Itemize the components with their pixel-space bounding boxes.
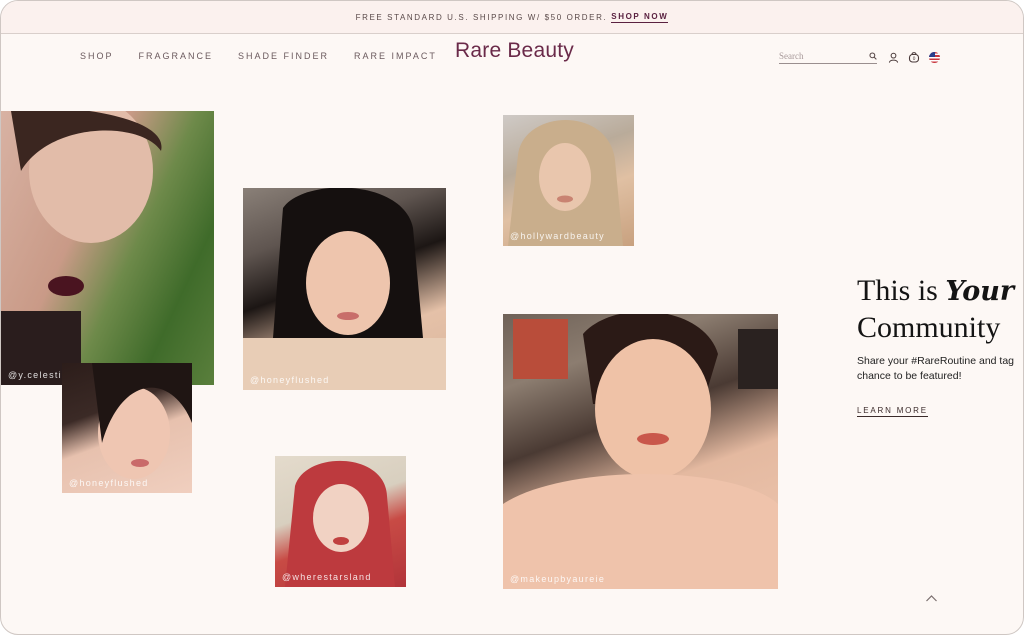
photo-handle: @wherestarsland [282,572,372,582]
user-icon[interactable] [888,52,899,63]
hero-body: Share your #RareRoutine and tag chance t… [857,355,1015,382]
search-input[interactable] [779,48,859,63]
community-photo[interactable]: @y.celestial [1,111,214,385]
page-frame: FREE STANDARD U.S. SHIPPING W/ $50 ORDER… [0,0,1024,635]
nav-item-rare-impact[interactable]: RARE IMPACT [354,51,437,61]
photo-handle: @honeyflushed [69,478,149,488]
search-box [779,48,877,64]
announcement-text: FREE STANDARD U.S. SHIPPING W/ $50 ORDER… [355,12,608,22]
community-hero: This is Your Community Share your #RareR… [857,273,1023,418]
nav-item-fragrance[interactable]: FRAGRANCE [139,51,214,61]
portrait-image [1,111,162,385]
community-photo[interactable]: @honeyflushed [243,188,446,390]
svg-text:0: 0 [913,56,916,62]
bag-icon[interactable]: 0 [908,51,920,63]
community-photo[interactable]: @hollywardbeauty [503,115,634,246]
main-nav: SHOP FRAGRANCE SHADE FINDER RARE IMPACT [80,51,437,61]
shop-now-link[interactable]: SHOP NOW [611,12,669,23]
photo-handle: @hollywardbeauty [510,231,605,241]
hero-title-line2: Community [857,311,1001,344]
us-flag-icon[interactable] [929,51,940,63]
learn-more-link[interactable]: LEARN MORE [857,406,928,417]
portrait-image [503,314,778,589]
community-photo[interactable]: @makeupbyaureie [503,314,778,589]
header-icons: 0 [888,51,940,63]
photo-handle: @makeupbyaureie [510,574,606,584]
hero-title: This is Your Community [857,273,1023,346]
announcement-bar: FREE STANDARD U.S. SHIPPING W/ $50 ORDER… [1,1,1023,34]
brand-logo[interactable]: Rare Beauty [455,39,574,63]
photo-handle: @honeyflushed [250,375,330,385]
portrait-image [92,363,192,479]
community-photo[interactable]: @honeyflushed [62,363,192,493]
portrait-image [285,460,395,587]
nav-item-shade-finder[interactable]: SHADE FINDER [238,51,329,61]
portrait-image [243,188,446,390]
hero-title-script: Your [945,276,1015,307]
hero-title-line1: This is [857,274,938,307]
chevron-up-icon[interactable] [925,594,938,603]
portrait-image [508,120,623,246]
nav-item-shop[interactable]: SHOP [80,51,114,61]
search-icon[interactable] [869,51,877,60]
community-photo[interactable]: @wherestarsland [275,456,406,587]
